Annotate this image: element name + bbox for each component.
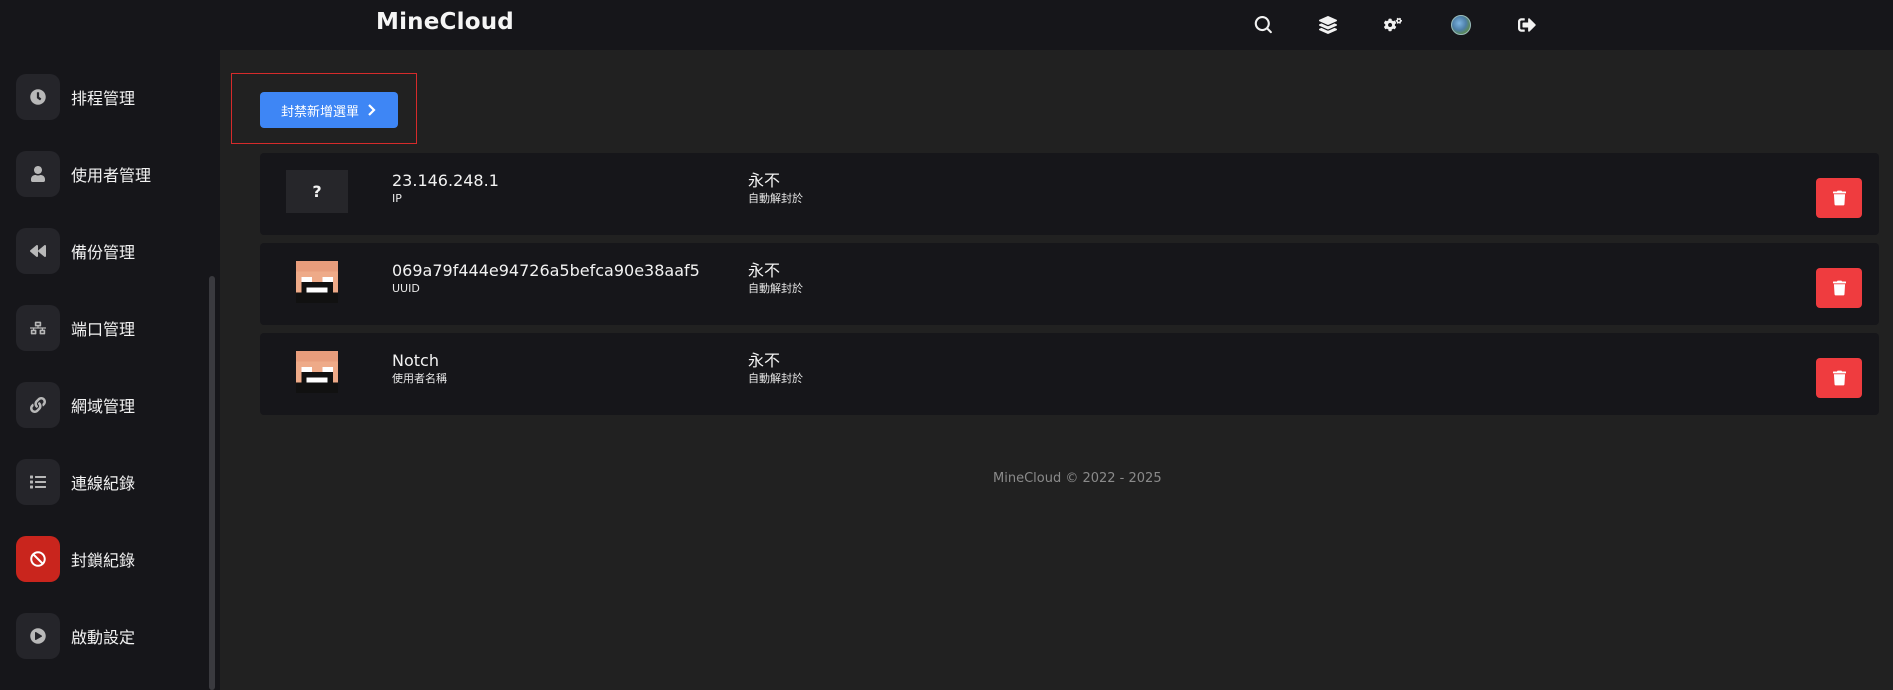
sidebar-scrollbar[interactable] [209, 276, 215, 690]
play-icon [16, 613, 60, 659]
sidebar-item-label: 排程管理 [71, 89, 136, 108]
ban-expires: 永不 [748, 171, 781, 190]
ban-expires-label: 自動解封於 [748, 372, 803, 385]
sidebar-item-label: 連線紀錄 [71, 474, 136, 493]
delete-button[interactable] [1816, 178, 1862, 218]
sidebar-item-startup[interactable]: 啟動設定 [16, 613, 212, 659]
player-head-avatar [296, 261, 338, 303]
player-head-avatar [296, 351, 338, 393]
ban-type: 使用者名稱 [392, 372, 447, 385]
ban-expires-label: 自動解封於 [748, 192, 803, 205]
sidebar-item-users[interactable]: 使用者管理 [16, 151, 212, 197]
network-icon [16, 305, 60, 351]
globe-icon[interactable] [1449, 13, 1473, 37]
sidebar-item-domains[interactable]: 網域管理 [16, 382, 212, 428]
layers-icon[interactable] [1316, 13, 1340, 37]
sidebar-item-bans[interactable]: 封鎖紀錄 [16, 536, 212, 582]
trash-icon [1832, 280, 1846, 296]
list-icon [16, 459, 60, 505]
clock-icon [16, 74, 60, 120]
delete-button[interactable] [1816, 358, 1862, 398]
sidebar-item-label: 網域管理 [71, 397, 136, 416]
add-ban-button-label: 封禁新增選單 [280, 104, 359, 120]
ban-expires: 永不 [748, 351, 781, 370]
footer-copyright: MineCloud © 2022 - 2025 [993, 471, 1162, 486]
trash-icon [1832, 370, 1846, 386]
ban-expires: 永不 [748, 261, 781, 280]
brand-title[interactable]: MineCloud [376, 9, 514, 35]
top-bar: MineCloud [0, 0, 1893, 50]
sidebar-item-label: 啟動設定 [71, 628, 136, 647]
ban-type: UUID [392, 282, 420, 295]
search-icon[interactable] [1251, 13, 1275, 37]
backward-icon [16, 228, 60, 274]
delete-button[interactable] [1816, 268, 1862, 308]
ban-value: Notch [392, 351, 439, 370]
ban-value: 23.146.248.1 [392, 171, 499, 190]
sidebar-item-label: 備份管理 [71, 243, 136, 262]
sidebar-item-schedule[interactable]: 排程管理 [16, 74, 212, 120]
sidebar-item-ports[interactable]: 端口管理 [16, 305, 212, 351]
sidebar-item-backup[interactable]: 備份管理 [16, 228, 212, 274]
sidebar-item-connections[interactable]: 連線紀錄 [16, 459, 212, 505]
user-icon [16, 151, 60, 197]
ban-icon [16, 536, 60, 582]
logout-icon[interactable] [1515, 13, 1539, 37]
cogs-icon[interactable] [1381, 13, 1405, 37]
ban-row: 069a79f444e94726a5befca90e38aaf5 UUID 永不… [260, 243, 1879, 325]
sidebar-item-label: 端口管理 [71, 320, 136, 339]
ban-expires-label: 自動解封於 [748, 282, 803, 295]
trash-icon [1832, 190, 1846, 206]
ban-type: IP [392, 192, 402, 205]
add-ban-button[interactable]: 封禁新增選單 [260, 92, 398, 128]
avatar: ? [286, 170, 348, 213]
ban-value: 069a79f444e94726a5befca90e38aaf5 [392, 261, 700, 280]
sidebar-item-label: 使用者管理 [71, 166, 152, 185]
sidebar-item-label: 封鎖紀錄 [71, 551, 136, 570]
ban-row: ? 23.146.248.1 IP 永不 自動解封於 [260, 153, 1879, 235]
sidebar: 排程管理 使用者管理 備份管理 端口管理 網域管理 連線紀錄 封鎖紀錄 啟動設定 [0, 50, 220, 690]
chevron-right-icon [368, 104, 376, 116]
ban-row: Notch 使用者名稱 永不 自動解封於 [260, 333, 1879, 415]
link-icon [16, 382, 60, 428]
